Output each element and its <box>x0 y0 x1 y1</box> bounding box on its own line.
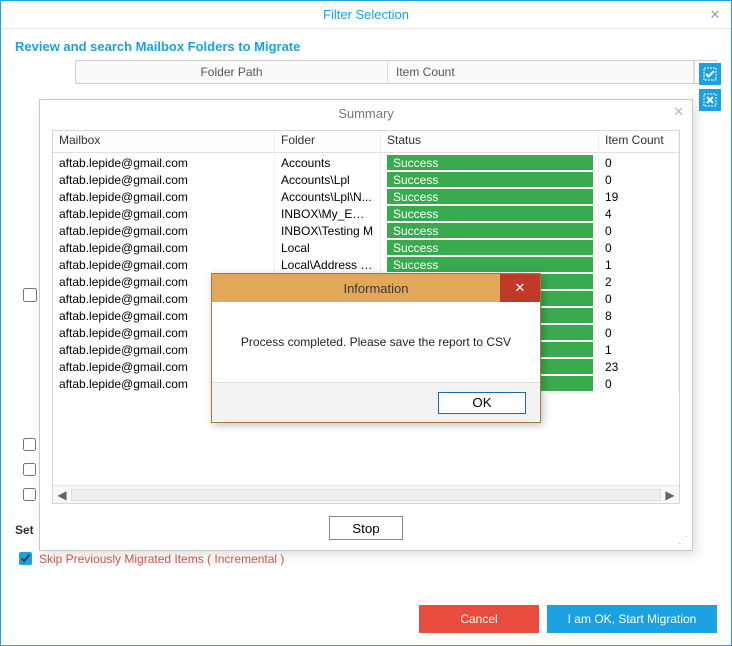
start-migration-button[interactable]: I am OK, Start Migration <box>547 605 717 633</box>
summary-titlebar: Summary ✕ <box>40 100 692 126</box>
cell-count: 0 <box>599 221 679 238</box>
cell-folder: Local <box>275 238 381 255</box>
folder-grid-header: Folder Path Item Count ▲ <box>75 60 717 84</box>
cell-count: 0 <box>599 170 679 187</box>
ok-button[interactable]: OK <box>438 392 526 414</box>
scroll-right-icon[interactable]: ▶ <box>661 486 679 504</box>
table-row[interactable]: aftab.lepide@gmail.comINBOX\My_EmailsSuc… <box>53 204 679 221</box>
deselect-all-button[interactable] <box>699 89 721 111</box>
cell-folder: INBOX\Testing M <box>275 221 381 238</box>
info-titlebar: Information ✕ <box>212 274 540 302</box>
cell-count: 8 <box>599 306 679 323</box>
cell-status: Success <box>381 221 599 238</box>
col-item-count[interactable]: Item Count <box>599 131 679 152</box>
cell-folder: Accounts\Lpl\N... <box>275 187 381 204</box>
cell-status: Success <box>381 238 599 255</box>
cell-count: 2 <box>599 272 679 289</box>
cell-folder: Accounts <box>275 153 381 170</box>
uncheck-all-icon <box>703 93 717 107</box>
cell-count: 0 <box>599 153 679 170</box>
cell-status: Success <box>381 187 599 204</box>
col-folder[interactable]: Folder <box>275 131 381 152</box>
info-footer: OK <box>212 382 540 422</box>
window-close-button[interactable]: ✕ <box>705 5 725 25</box>
cell-count: 0 <box>599 238 679 255</box>
table-row[interactable]: aftab.lepide@gmail.comAccounts\LplSucces… <box>53 170 679 187</box>
window-title: Filter Selection <box>323 7 409 22</box>
cell-count: 0 <box>599 323 679 340</box>
cell-mailbox: aftab.lepide@gmail.com <box>53 187 275 204</box>
info-close-button[interactable]: ✕ <box>500 274 540 302</box>
cell-status: Success <box>381 204 599 221</box>
cell-mailbox: aftab.lepide@gmail.com <box>53 255 275 272</box>
cell-mailbox: aftab.lepide@gmail.com <box>53 204 275 221</box>
stop-button[interactable]: Stop <box>329 516 402 540</box>
summary-title: Summary <box>338 106 394 121</box>
table-row[interactable]: aftab.lepide@gmail.comAccounts\Lpl\N...S… <box>53 187 679 204</box>
cell-status: Success <box>381 170 599 187</box>
column-item-count[interactable]: Item Count <box>388 61 694 83</box>
table-row[interactable]: aftab.lepide@gmail.comAccountsSuccess0 <box>53 153 679 170</box>
cell-mailbox: aftab.lepide@gmail.com <box>53 238 275 255</box>
row-checkbox-4[interactable] <box>23 488 36 501</box>
row-checkbox-1[interactable] <box>23 288 37 302</box>
row-checkbox-3[interactable] <box>23 463 36 476</box>
page-subtitle: Review and search Mailbox Folders to Mig… <box>1 29 731 60</box>
summary-horizontal-scrollbar[interactable]: ◀ ▶ <box>53 485 679 503</box>
cell-count: 1 <box>599 340 679 357</box>
table-row[interactable]: aftab.lepide@gmail.comINBOX\Testing MSuc… <box>53 221 679 238</box>
cell-mailbox: aftab.lepide@gmail.com <box>53 153 275 170</box>
resize-grip-icon[interactable]: ⋰ <box>678 535 686 546</box>
cell-count: 19 <box>599 187 679 204</box>
cell-count: 0 <box>599 374 679 391</box>
cell-count: 23 <box>599 357 679 374</box>
cell-status: Success <box>381 255 599 272</box>
window-titlebar: Filter Selection ✕ <box>1 1 731 29</box>
cancel-button[interactable]: Cancel <box>419 605 539 633</box>
cell-count: 0 <box>599 289 679 306</box>
row-checkbox-2[interactable] <box>23 438 36 451</box>
summary-close-button[interactable]: ✕ <box>673 104 684 120</box>
summary-footer: Stop ⋰ <box>40 506 692 550</box>
summary-table-header: Mailbox Folder Status Item Count <box>53 131 679 153</box>
cell-mailbox: aftab.lepide@gmail.com <box>53 170 275 187</box>
skip-checkbox[interactable] <box>19 552 32 565</box>
info-title: Information <box>343 281 408 296</box>
table-row[interactable]: aftab.lepide@gmail.comLocal\Address B...… <box>53 255 679 272</box>
table-row[interactable]: aftab.lepide@gmail.comLocalSuccess0 <box>53 238 679 255</box>
col-status[interactable]: Status <box>381 131 599 152</box>
column-folder-path[interactable]: Folder Path <box>76 61 388 83</box>
check-all-icon <box>703 67 717 81</box>
skip-label: Skip Previously Migrated Items ( Increme… <box>39 552 284 566</box>
scroll-left-icon[interactable]: ◀ <box>53 486 71 504</box>
cell-folder: Local\Address B... <box>275 255 381 272</box>
col-mailbox[interactable]: Mailbox <box>53 131 275 152</box>
set-label: Set <box>15 523 34 537</box>
cell-count: 1 <box>599 255 679 272</box>
cell-count: 4 <box>599 204 679 221</box>
cell-folder: Accounts\Lpl <box>275 170 381 187</box>
scroll-track[interactable] <box>71 489 661 501</box>
info-message: Process completed. Please save the repor… <box>212 302 540 382</box>
information-dialog: Information ✕ Process completed. Please … <box>211 273 541 423</box>
cell-folder: INBOX\My_Emails <box>275 204 381 221</box>
cell-status: Success <box>381 153 599 170</box>
select-all-button[interactable] <box>699 63 721 85</box>
skip-option-row: Skip Previously Migrated Items ( Increme… <box>15 549 284 568</box>
cell-mailbox: aftab.lepide@gmail.com <box>53 221 275 238</box>
